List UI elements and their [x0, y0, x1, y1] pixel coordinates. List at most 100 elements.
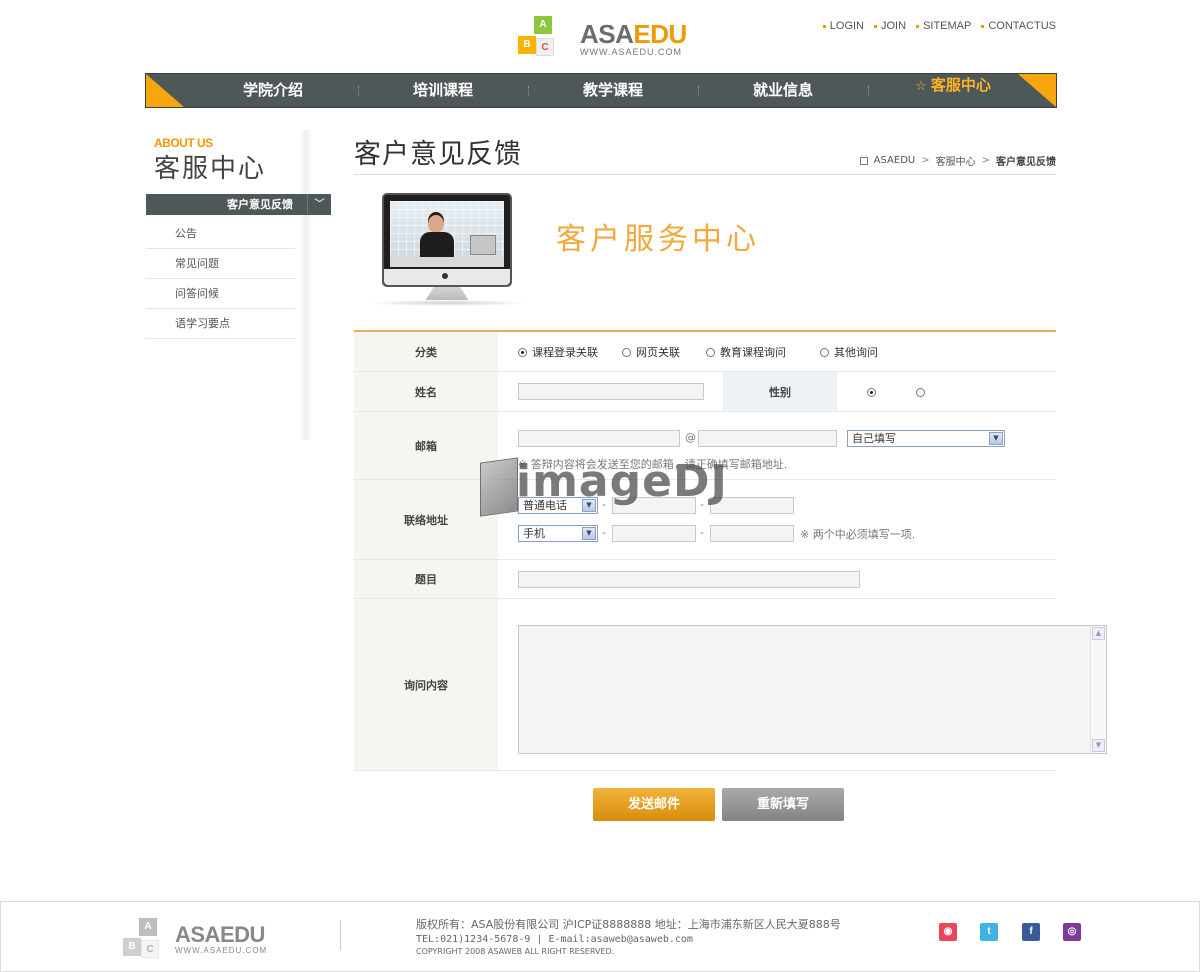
sidebar-item-feedback[interactable]: 客户意见反馈 ﹀: [146, 194, 331, 215]
select-arrow-icon: ▼: [582, 527, 596, 540]
subject-input[interactable]: [518, 571, 860, 588]
email-row: 邮箱 @ 自己填写 ▼ ※ 答辩内容将会发送至您的邮箱，请正确填写邮箱地址.: [354, 412, 1056, 480]
sidebar-item-faq[interactable]: 常见问题: [146, 249, 295, 279]
subject-row: 题目: [354, 560, 1056, 599]
sidebar-list: 公告 常见问题 问答问候 语学习要点: [146, 219, 295, 339]
top-links: LOGIN JOIN SITEMAP CONTACTUS: [822, 20, 1056, 32]
logo-url: WWW.ASAEDU.COM: [580, 47, 682, 57]
breadcrumb-separator-icon: >: [921, 155, 930, 166]
weibo-icon[interactable]: ◉: [939, 923, 957, 941]
sidebar-shadow: [300, 130, 312, 440]
breadcrumb-current: 客户意见反馈: [996, 157, 1056, 168]
phone-part-3-input[interactable]: [710, 497, 794, 514]
category-radio-web[interactable]: 网页关联: [622, 344, 680, 360]
login-link[interactable]: LOGIN: [822, 20, 864, 32]
breadcrumb-separator-icon: >: [981, 155, 990, 166]
logo-cube-b-icon: B: [518, 36, 536, 54]
sidebar-item-qa[interactable]: 问答问候: [146, 279, 295, 309]
phone-dash: -: [700, 498, 704, 511]
footer-logo[interactable]: A B C ASAEDU WWW.ASAEDU.COM: [121, 916, 281, 960]
nav-item-jobs[interactable]: 就业信息: [698, 74, 868, 107]
email-note: ※ 答辩内容将会发送至您的邮箱，请正确填写邮箱地址.: [518, 458, 788, 471]
monitor-illustration: [382, 193, 512, 287]
send-button[interactable]: 发送邮件: [593, 788, 715, 821]
phone-type-select[interactable]: 普通电话 ▼: [518, 497, 598, 514]
email-domain-select[interactable]: 自己填写 ▼: [847, 430, 1005, 447]
logo-cube-c-icon: C: [141, 940, 159, 958]
gender-label: 性别: [723, 372, 837, 411]
select-arrow-icon: ▼: [989, 432, 1003, 445]
category-radio-education[interactable]: 教育课程询问: [706, 344, 786, 360]
reset-button[interactable]: 重新填写: [722, 788, 844, 821]
main-nav: 学院介绍 培训课程 教学课程 就业信息 ☆ 客服中心: [145, 73, 1057, 108]
nav-corner-left: [146, 74, 184, 107]
gender-radio-female[interactable]: [916, 387, 930, 397]
phone-dash: -: [602, 498, 606, 511]
category-label: 分类: [354, 332, 498, 371]
email-user-input[interactable]: [518, 430, 680, 447]
footer-logo-url: WWW.ASAEDU.COM: [175, 946, 268, 955]
page-title: 客户意见反馈: [354, 139, 522, 170]
content-label: 询问内容: [354, 599, 498, 770]
logo-cube-b-icon: B: [123, 938, 141, 956]
logo-text: ASAEDU: [580, 19, 687, 49]
footer-info: 版权所有：ASA股份有限公司 沪ICP证8888888 地址：上海市浦东新区人民…: [416, 917, 841, 957]
contact-row: 联络地址 普通电话 ▼ - - 手机 ▼ - - ※ 两个中必须填写一项.: [354, 480, 1056, 560]
mobile-part-2-input[interactable]: [612, 525, 696, 542]
contactus-link[interactable]: CONTACTUS: [981, 20, 1056, 32]
nav-item-teaching[interactable]: 教学课程: [528, 74, 698, 107]
name-row: 姓名 性别: [354, 372, 1056, 412]
logo-cube-c-icon: C: [536, 38, 554, 56]
laptop-icon: [470, 235, 496, 255]
monitor-shadow: [366, 300, 530, 306]
join-link[interactable]: JOIN: [874, 20, 906, 32]
category-row: 分类 课程登录关联 网页关联 教育课程询问 其他询问: [354, 332, 1056, 372]
message-icon[interactable]: ◎: [1063, 923, 1081, 941]
nav-item-service[interactable]: ☆ 客服中心: [868, 74, 1038, 107]
footer: A B C ASAEDU WWW.ASAEDU.COM 版权所有：ASA股份有限…: [0, 901, 1200, 972]
email-domain-input[interactable]: [698, 430, 837, 447]
home-icon: [859, 156, 868, 165]
nav-item-training[interactable]: 培训课程: [358, 74, 528, 107]
mobile-part-3-input[interactable]: [710, 525, 794, 542]
footer-copyright-line: 版权所有：ASA股份有限公司 沪ICP证8888888 地址：上海市浦东新区人民…: [416, 918, 841, 931]
breadcrumb-service[interactable]: 客服中心: [936, 153, 976, 168]
email-at-sign: @: [685, 431, 696, 444]
star-icon: ☆: [915, 79, 927, 94]
sidebar-item-language-tips[interactable]: 语学习要点: [146, 309, 295, 339]
sidebar-item-notice[interactable]: 公告: [146, 219, 295, 249]
subject-label: 题目: [354, 560, 498, 598]
footer-logo-text: ASAEDU: [175, 922, 265, 947]
select-arrow-icon: ▼: [582, 499, 596, 512]
contact-label: 联络地址: [354, 480, 498, 559]
scroll-up-icon[interactable]: ▲: [1092, 627, 1105, 640]
category-radio-course[interactable]: 课程登录关联: [518, 344, 598, 360]
scroll-down-icon[interactable]: ▼: [1092, 739, 1105, 752]
name-input[interactable]: [518, 383, 704, 400]
footer-divider: [340, 920, 341, 950]
logo-cube-a-icon: A: [534, 16, 552, 34]
breadcrumb: ASAEDU > 客服中心 > 客户意见反馈: [859, 153, 1056, 168]
category-radio-other[interactable]: 其他询问: [820, 344, 878, 360]
email-label: 邮箱: [354, 412, 498, 479]
nav-item-college[interactable]: 学院介绍: [188, 74, 358, 107]
title-divider: [354, 174, 1056, 175]
facebook-icon[interactable]: f: [1022, 923, 1040, 941]
logo-cube-a-icon: A: [139, 918, 157, 936]
sidebar-heading-cn: 客服中心: [154, 154, 267, 184]
sitemap-link[interactable]: SITEMAP: [916, 20, 971, 32]
mobile-dash: -: [602, 526, 606, 539]
breadcrumb-home[interactable]: ASAEDU: [874, 155, 916, 166]
phone-part-2-input[interactable]: [612, 497, 696, 514]
phone-note: ※ 两个中必须填写一项.: [800, 528, 916, 541]
mobile-dash: -: [700, 526, 704, 539]
mobile-type-select[interactable]: 手机 ▼: [518, 525, 598, 542]
twitter-icon[interactable]: t: [980, 923, 998, 941]
textarea-scrollbar[interactable]: ▲ ▼: [1090, 626, 1106, 753]
monitor-stand: [425, 287, 469, 301]
content-textarea[interactable]: ▲ ▼: [518, 625, 1107, 754]
gender-radio-male[interactable]: [867, 387, 881, 397]
site-logo[interactable]: A B C ASAEDU WWW.ASAEDU.COM: [516, 14, 696, 62]
chevron-down-icon: ﹀: [307, 194, 331, 215]
banner-title: 客户服务中心: [556, 222, 760, 257]
